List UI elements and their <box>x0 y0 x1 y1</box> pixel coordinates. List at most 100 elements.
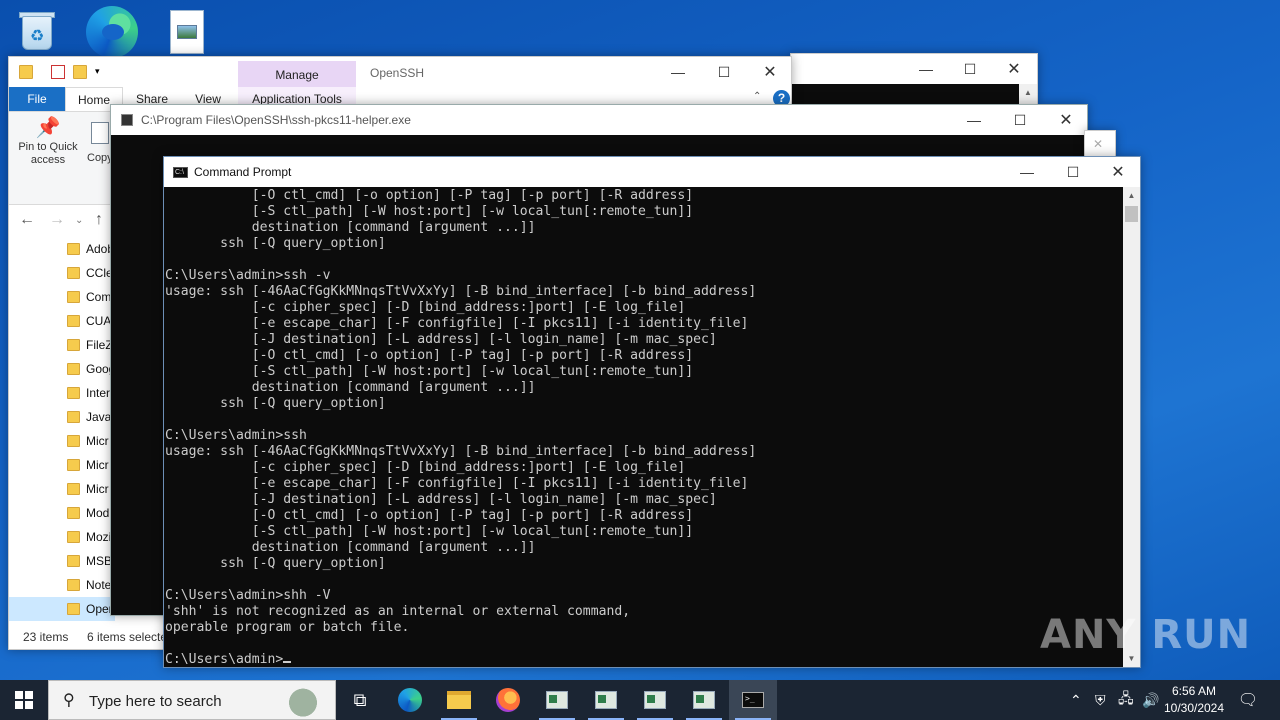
pin-label: Pin to Quick access <box>18 141 78 166</box>
security-icon[interactable]: ⛨ <box>1095 680 1106 720</box>
tree-item-label: FileZ <box>86 338 113 352</box>
up-arrow-icon[interactable]: ↑ <box>95 211 103 229</box>
back-arrow-icon[interactable]: ← <box>19 211 35 229</box>
notifications-icon[interactable]: 🗨 <box>1232 680 1264 720</box>
minimize-button[interactable]: — <box>655 57 701 87</box>
tree-item[interactable]: CCle <box>9 261 115 285</box>
tree-item[interactable]: Adob <box>9 237 115 261</box>
edge-icon[interactable] <box>86 6 138 58</box>
search-box[interactable]: ⚲ Type here to search <box>48 680 336 720</box>
background-window-corner[interactable]: ✕ <box>1084 130 1116 158</box>
taskbar-edge[interactable] <box>386 680 434 720</box>
task-view-button[interactable]: ⧉ <box>336 680 384 720</box>
window-title: OpenSSH <box>370 66 425 80</box>
minimize-button[interactable]: — <box>1004 157 1050 187</box>
folder-icon <box>67 435 80 447</box>
item-count: 23 items <box>23 630 69 644</box>
maximize-button[interactable]: ☐ <box>1050 157 1096 187</box>
tree-item[interactable]: Micr <box>9 453 115 477</box>
tree-item[interactable]: Com <box>9 285 115 309</box>
new-folder-icon[interactable] <box>73 65 87 79</box>
folder-icon <box>67 507 80 519</box>
tree-item[interactable]: Mozi <box>9 525 115 549</box>
tree-item[interactable]: Micr <box>9 477 115 501</box>
clock-time: 6:56 AM <box>1171 684 1217 698</box>
watermark: ANY RUN <box>1040 612 1252 658</box>
folder-icon <box>67 387 80 399</box>
vertical-scrollbar[interactable]: ▲ ▼ <box>1123 187 1140 667</box>
cmd-window-title: Command Prompt <box>194 165 292 179</box>
console-text: [-O ctl_cmd] [-o option] [-P tag] [-p po… <box>165 188 757 667</box>
console-app-icon <box>121 114 133 126</box>
tree-item-label: Micr <box>86 458 109 472</box>
taskbar-command-prompt[interactable]: >_ <box>729 680 777 720</box>
tree-item[interactable]: Micr <box>9 429 115 453</box>
tab-file[interactable]: File <box>9 87 65 111</box>
tree-item[interactable]: Java <box>9 405 115 429</box>
maximize-button[interactable]: ☐ <box>701 57 747 87</box>
folder-icon <box>67 339 80 351</box>
folder-icon <box>67 555 80 567</box>
tree-item[interactable]: Goog <box>9 357 115 381</box>
taskbar-app-2[interactable] <box>582 680 630 720</box>
properties-icon[interactable] <box>51 65 65 79</box>
taskbar-firefox[interactable] <box>484 680 532 720</box>
task-view-icon: ⧉ <box>353 689 367 710</box>
tree-item[interactable]: Open <box>9 597 115 621</box>
taskbar-app-1[interactable] <box>533 680 581 720</box>
tree-item-label: Inter <box>86 386 111 400</box>
edge-icon <box>398 688 422 712</box>
image-file-icon[interactable] <box>170 10 204 54</box>
maximize-button[interactable]: ☐ <box>997 105 1043 135</box>
close-button[interactable]: ✕ <box>991 54 1037 84</box>
start-button[interactable] <box>0 680 48 720</box>
exe-window-icon <box>693 691 715 709</box>
tree-item-label: Micr <box>86 434 109 448</box>
recycle-bin-icon[interactable]: ♻ <box>16 8 60 52</box>
minimize-button[interactable]: — <box>903 54 949 84</box>
file-explorer-icon <box>447 691 471 709</box>
forward-arrow-icon[interactable]: → <box>49 211 65 229</box>
taskbar-app-3[interactable] <box>631 680 679 720</box>
recent-locations-icon[interactable]: ⌄ <box>75 215 83 226</box>
background-console-window[interactable]: — ☐ ✕ ▲ <box>790 53 1038 105</box>
search-highlight-icon <box>285 685 321 717</box>
tree-item-label: Java <box>86 410 112 424</box>
tree-item[interactable]: FileZ <box>9 333 115 357</box>
close-button[interactable]: ✕ <box>1043 105 1089 135</box>
console-output[interactable]: [-O ctl_cmd] [-o option] [-P tag] [-p po… <box>164 187 1123 667</box>
show-hidden-icons[interactable]: ⌃ <box>1070 680 1082 720</box>
cmd-icon: C:\ <box>173 167 188 178</box>
copy-button[interactable]: Copy <box>87 122 113 164</box>
customize-quick-access-icon[interactable]: ▾ <box>95 66 109 80</box>
close-icon[interactable]: ✕ <box>1093 137 1103 151</box>
minimize-button[interactable]: — <box>951 105 997 135</box>
tree-item[interactable]: Mod <box>9 501 115 525</box>
volume-icon[interactable]: 🔊 <box>1142 680 1159 720</box>
maximize-button[interactable]: ☐ <box>947 54 993 84</box>
cmd-title-bar: C:\ Command Prompt — ☐ ✕ <box>164 157 1140 187</box>
tree-item[interactable]: Note <box>9 573 115 597</box>
exe-window-icon <box>546 691 568 709</box>
taskbar-app-4[interactable] <box>680 680 728 720</box>
system-clock[interactable]: 6:56 AM 10/30/2024 <box>1158 683 1230 717</box>
close-button[interactable]: ✕ <box>1095 157 1141 187</box>
tree-item[interactable]: Inter <box>9 381 115 405</box>
folder-icon <box>67 579 80 591</box>
ribbon-collapse-icon[interactable]: ⌃ <box>753 91 761 102</box>
network-icon[interactable]: 🖧 <box>1118 680 1134 720</box>
pin-icon: 📌 <box>35 117 61 139</box>
exe-window-icon <box>644 691 666 709</box>
command-prompt-window[interactable]: C:\ Command Prompt — ☐ ✕ [-O ctl_cmd] [-… <box>163 156 1141 668</box>
scrollbar[interactable]: ▲ <box>1019 84 1037 104</box>
manage-tab[interactable]: Manage <box>238 61 356 89</box>
scroll-up-icon[interactable]: ▲ <box>1123 187 1140 204</box>
firefox-icon <box>496 688 520 712</box>
tree-item-label: Mozi <box>86 530 112 544</box>
scroll-thumb[interactable] <box>1125 206 1138 222</box>
taskbar-file-explorer[interactable] <box>435 680 483 720</box>
close-button[interactable]: ✕ <box>747 57 793 87</box>
tree-item[interactable]: CUA <box>9 309 115 333</box>
pin-to-quick-access-button[interactable]: 📌 Pin to Quick access <box>15 117 81 167</box>
tree-item[interactable]: MSB <box>9 549 115 573</box>
